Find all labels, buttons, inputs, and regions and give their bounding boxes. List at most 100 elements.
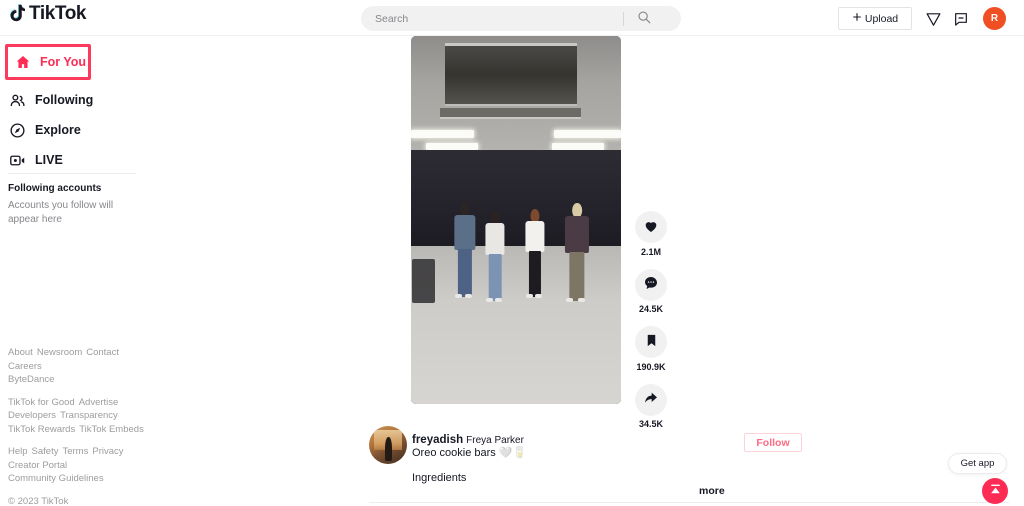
- footer-link-contact[interactable]: Contact: [86, 346, 119, 360]
- following-accounts-title: Following accounts: [8, 183, 102, 194]
- scroll-to-top-button[interactable]: [982, 478, 1008, 504]
- engagement-rail: 2.1M 24.5K 190.9K 34.5K: [632, 211, 670, 441]
- footer-link-creator-portal[interactable]: Creator Portal: [8, 459, 67, 473]
- comment-count: 24.5K: [638, 304, 664, 314]
- footer-link-privacy[interactable]: Privacy: [92, 445, 123, 459]
- follow-button[interactable]: Follow: [744, 433, 802, 452]
- video-caption: Oreo cookie bars 🤍🥛: [412, 447, 527, 459]
- footer-link-tiktok-rewards[interactable]: TikTok Rewards: [8, 423, 75, 437]
- footer-link-developers[interactable]: Developers: [8, 409, 56, 423]
- dancer-shoe: [465, 294, 473, 299]
- dancer-body: [485, 223, 505, 255]
- top-header: TikTok Upload: [0, 0, 1024, 36]
- upload-label: Upload: [864, 12, 899, 25]
- footer-link-tiktok-embeds[interactable]: TikTok Embeds: [79, 423, 144, 437]
- message-icon[interactable]: [950, 8, 972, 30]
- profile-avatar[interactable]: R: [983, 7, 1006, 30]
- dancer-shoe: [578, 297, 586, 302]
- sidebar-label-for-you: For You: [40, 55, 87, 69]
- like-button[interactable]: [635, 211, 667, 243]
- comment-icon: [643, 275, 659, 294]
- compass-icon: [9, 122, 26, 139]
- footer-group: About Newsroom Contact Careers ByteDance: [8, 346, 148, 387]
- search-button[interactable]: [624, 6, 664, 31]
- sidebar-item-following[interactable]: Following: [0, 85, 93, 115]
- footer-group: Help Safety Terms Privacy Creator Portal Co…: [8, 445, 148, 486]
- dancer-shoe: [495, 297, 503, 302]
- footer-line: Developers Transparency: [8, 409, 148, 423]
- creator-display-name: Freya Parker: [466, 435, 524, 446]
- copyright-text: © 2023 TikTok: [8, 495, 69, 506]
- footer-link-careers[interactable]: Careers: [8, 360, 42, 374]
- footer-link-newsroom[interactable]: Newsroom: [37, 346, 82, 360]
- content-divider: [369, 502, 1009, 503]
- sidebar: For You Following Explore LIVE Following…: [0, 36, 150, 506]
- share-icon: [643, 390, 659, 409]
- dancer-body: [453, 215, 476, 251]
- footer-link-transparency[interactable]: Transparency: [60, 409, 118, 423]
- footer-line: ByteDance: [8, 373, 148, 387]
- comment-group: 24.5K: [632, 268, 670, 314]
- for-you-highlight-box: For You: [5, 44, 91, 80]
- footer-link-community-guidelines[interactable]: Community Guidelines: [8, 472, 104, 486]
- following-accounts-empty-text: Accounts you follow will appear here: [8, 200, 114, 225]
- comment-button[interactable]: [635, 268, 667, 301]
- footer-link-safety[interactable]: Safety: [32, 445, 59, 459]
- plus-icon: [852, 12, 862, 25]
- footer-line: Creator Portal: [8, 459, 148, 473]
- footer-link-advertise[interactable]: Advertise: [79, 396, 119, 410]
- share-button[interactable]: [635, 383, 667, 416]
- live-video-icon: [9, 152, 26, 169]
- footer-group: TikTok for Good Advertise Developers Trans…: [8, 396, 148, 437]
- dancer-shoe: [525, 294, 533, 299]
- bookmark-button[interactable]: [635, 326, 667, 358]
- footer-line: TikTok Rewards TikTok Embeds: [8, 423, 148, 437]
- footer-line: Community Guidelines: [8, 472, 148, 486]
- video-caption-second-line: Ingredients: [412, 472, 467, 484]
- creator-avatar[interactable]: [369, 426, 407, 464]
- search-bar[interactable]: [361, 6, 681, 31]
- video-ceiling-vent: [444, 43, 577, 106]
- share-count: 34.5K: [638, 419, 664, 429]
- sidebar-footer: About Newsroom Contact Careers ByteDance Ti…: [8, 346, 148, 506]
- home-icon: [14, 54, 31, 71]
- sidebar-label-live: LIVE: [35, 153, 63, 167]
- sidebar-label-explore: Explore: [35, 123, 81, 137]
- sidebar-item-for-you[interactable]: For You: [8, 47, 86, 77]
- dancer-legs: [528, 251, 541, 298]
- people-icon: [9, 92, 26, 109]
- creator-username[interactable]: freyadish: [412, 434, 463, 446]
- paper-plane-icon[interactable]: [922, 8, 944, 30]
- sidebar-item-live[interactable]: LIVE: [0, 145, 63, 175]
- footer-link-terms[interactable]: Terms: [62, 445, 88, 459]
- dancer-shoe: [566, 297, 574, 302]
- footer-link-help[interactable]: Help: [8, 445, 28, 459]
- ceiling-light: [551, 143, 605, 150]
- footer-link-bytedance[interactable]: ByteDance: [8, 373, 54, 387]
- heart-icon: [643, 218, 659, 237]
- video-chair: [412, 258, 436, 303]
- video-player[interactable]: [411, 36, 621, 404]
- sidebar-item-explore[interactable]: Explore: [0, 115, 81, 145]
- tiktok-logo[interactable]: TikTok: [8, 3, 87, 25]
- like-group: 2.1M: [632, 211, 670, 257]
- footer-line: About Newsroom Contact Careers: [8, 346, 148, 373]
- dancer-body: [564, 216, 589, 254]
- search-input[interactable]: [361, 6, 621, 31]
- footer-link-tiktok-for-good[interactable]: TikTok for Good: [8, 396, 75, 410]
- avatar-initial: R: [990, 13, 999, 24]
- dancer-legs: [488, 254, 502, 301]
- footer-link-about[interactable]: About: [8, 346, 33, 360]
- more-button[interactable]: more: [699, 485, 725, 497]
- dancer-body: [525, 221, 545, 253]
- footer-line: TikTok for Good Advertise: [8, 396, 148, 410]
- dancer: [482, 210, 507, 302]
- footer-line: Help Safety Terms Privacy: [8, 445, 148, 459]
- avatar-figure: [384, 437, 393, 461]
- bookmark-group: 190.9K: [632, 326, 670, 372]
- bookmark-icon: [644, 333, 659, 351]
- upload-button[interactable]: Upload: [838, 7, 912, 30]
- bookmark-count: 190.9K: [636, 361, 666, 372]
- get-app-button[interactable]: Get app: [948, 453, 1007, 474]
- dancer: [562, 203, 591, 302]
